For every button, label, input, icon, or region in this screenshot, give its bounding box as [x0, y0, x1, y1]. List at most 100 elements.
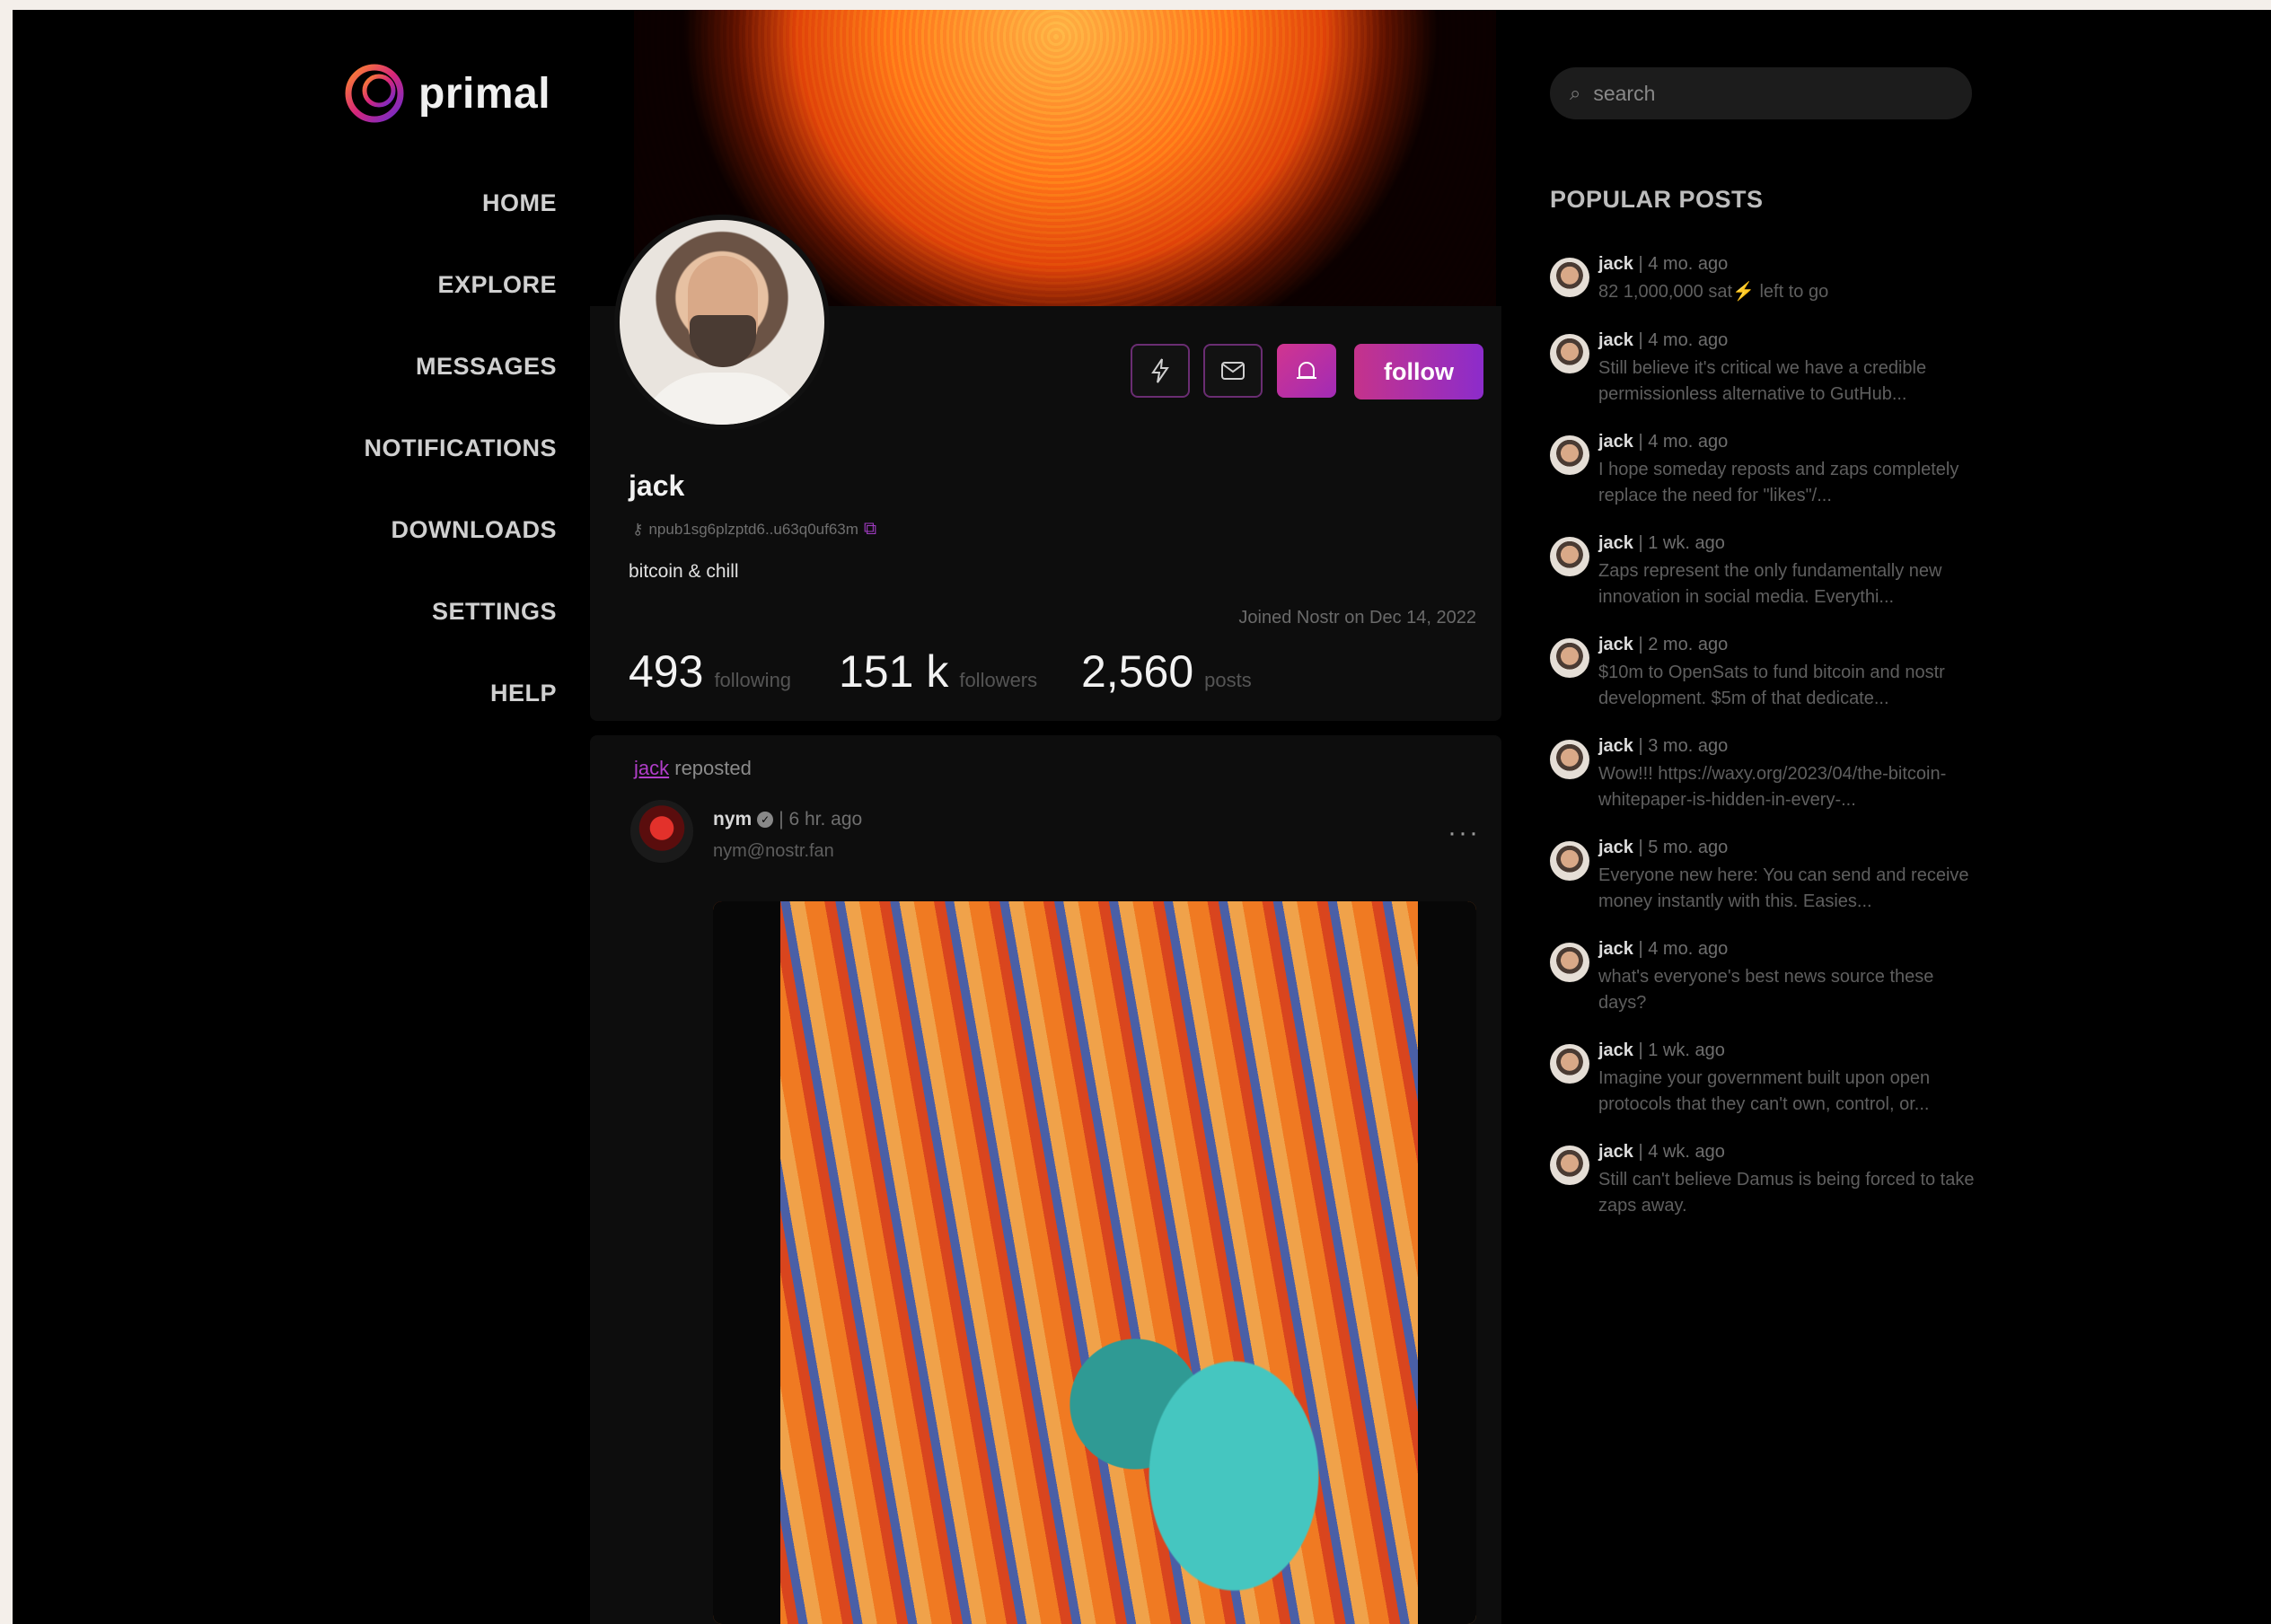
popular-post-time: | 4 wk. ago [1638, 1142, 1725, 1162]
popular-post-time: | 4 mo. ago [1638, 432, 1729, 452]
image-shadow-right [1418, 901, 1476, 1624]
popular-post-time: | 3 mo. ago [1638, 736, 1729, 756]
popular-post-avatar [1550, 537, 1589, 576]
popular-post-meta: jack | 4 mo. ago [1598, 330, 1728, 351]
popular-post-avatar [1550, 943, 1589, 982]
repost-text: reposted [674, 757, 752, 779]
joined-date: Joined Nostr on Dec 14, 2022 [1238, 608, 1476, 628]
followers-count: 151 k [839, 646, 949, 697]
popular-post-user: jack [1598, 432, 1633, 452]
post-menu-button[interactable]: ··· [1448, 818, 1480, 848]
nav-item-help[interactable]: HELP [490, 680, 557, 707]
popular-post-text: what's everyone's best news source these… [1598, 967, 1934, 1013]
repost-indicator: jack reposted [634, 757, 752, 780]
popular-post-user: jack [1598, 736, 1633, 756]
popular-post-meta: jack | 4 mo. ago [1598, 432, 1728, 452]
image-shadow-left [713, 901, 780, 1624]
popular-post-meta: jack | 4 mo. ago [1598, 254, 1728, 275]
popular-post-meta: jack | 1 wk. ago [1598, 533, 1725, 554]
stat-posts[interactable]: 2,560 posts [1081, 645, 1252, 698]
nav-item-home[interactable]: HOME [482, 189, 557, 217]
post-author-avatar[interactable] [630, 800, 693, 863]
popular-post-time: | 1 wk. ago [1638, 1040, 1725, 1060]
popular-post-text: Zaps represent the only fundamentally ne… [1598, 561, 1942, 607]
popular-post-text: I hope someday reposts and zaps complete… [1598, 460, 1959, 505]
posts-label: posts [1204, 669, 1252, 691]
post-image[interactable] [713, 901, 1476, 1624]
popular-post-text: Imagine your government built upon open … [1598, 1068, 1931, 1114]
following-count: 493 [629, 646, 704, 697]
popular-post-meta: jack | 4 wk. ago [1598, 1142, 1725, 1163]
popular-post-user: jack [1598, 838, 1633, 857]
popular-post-meta: jack | 5 mo. ago [1598, 838, 1728, 858]
popular-post-avatar [1550, 638, 1589, 678]
profile-name: jack [629, 470, 685, 502]
mute-button[interactable] [1277, 344, 1336, 398]
post-time: | 6 hr. ago [779, 809, 863, 830]
verified-icon: ✓ [757, 812, 774, 828]
profile-bio: bitcoin & chill [629, 561, 739, 582]
mute-icon [1297, 362, 1316, 379]
popular-post-avatar [1550, 334, 1589, 373]
popular-post-text: 82 1,000,000 sat⚡ left to go [1598, 282, 1829, 302]
popular-post-avatar [1550, 258, 1589, 297]
popular-posts-title: POPULAR POSTS [1550, 186, 1764, 213]
following-label: following [714, 669, 792, 691]
popular-post-user: jack [1598, 254, 1633, 274]
key-icon: ⚷ [632, 520, 644, 538]
popular-post-avatar [1550, 1044, 1589, 1084]
profile-npub: ⚷ npub1sg6plzptd6..u63q0uf63m ⧉ [632, 519, 876, 540]
search-icon: ⌕ [1570, 82, 1581, 104]
zap-button[interactable] [1131, 344, 1190, 398]
follow-button[interactable]: follow [1354, 344, 1483, 399]
posts-count: 2,560 [1081, 646, 1194, 697]
popular-post-avatar [1550, 841, 1589, 881]
nav-item-explore[interactable]: EXPLORE [437, 271, 557, 299]
popular-post-meta: jack | 1 wk. ago [1598, 1040, 1725, 1061]
popular-post-time: | 4 mo. ago [1638, 939, 1729, 959]
post-author-handle: nym@nostr.fan [713, 841, 834, 861]
popular-post-user: jack [1598, 1040, 1633, 1060]
logo[interactable]: primal [345, 64, 550, 123]
popular-post-text: Still believe it's critical we have a cr… [1598, 358, 1927, 404]
followers-label: followers [959, 669, 1038, 691]
popular-post-time: | 4 mo. ago [1638, 330, 1729, 350]
search-box[interactable]: ⌕ [1550, 67, 1972, 119]
popular-post-user: jack [1598, 533, 1633, 553]
popular-post-time: | 2 mo. ago [1638, 635, 1729, 654]
nav-item-messages[interactable]: MESSAGES [416, 353, 557, 381]
popular-post-meta: jack | 3 mo. ago [1598, 736, 1728, 757]
popular-post-text: Everyone new here: You can send and rece… [1598, 865, 1969, 911]
popular-post-user: jack [1598, 1142, 1633, 1162]
popular-post-text: Wow!!! https://waxy.org/2023/04/the-bitc… [1598, 764, 1947, 810]
popular-post-user: jack [1598, 635, 1633, 654]
app-window: primal HOME EXPLORE MESSAGES NOTIFICATIO… [13, 10, 2271, 1624]
post-author: nym ✓ | 6 hr. ago [713, 809, 862, 830]
popular-post-avatar [1550, 435, 1589, 475]
popular-post-meta: jack | 2 mo. ago [1598, 635, 1728, 655]
message-button[interactable] [1203, 344, 1263, 398]
post-author-name[interactable]: nym [713, 809, 752, 830]
avatar-beard [690, 315, 756, 367]
profile-avatar[interactable] [614, 215, 830, 430]
popular-post-avatar [1550, 740, 1589, 779]
popular-post-avatar [1550, 1146, 1589, 1185]
lightning-icon [1151, 358, 1169, 383]
popular-post-time: | 1 wk. ago [1638, 533, 1725, 553]
primal-logo-icon [345, 64, 404, 123]
popular-post-text: Still can't believe Damus is being force… [1598, 1170, 1975, 1216]
npub-text: npub1sg6plzptd6..u63q0uf63m [648, 520, 858, 538]
envelope-icon [1221, 362, 1245, 380]
avatar-shirt [638, 373, 808, 425]
nav-item-downloads[interactable]: DOWNLOADS [392, 516, 557, 544]
stat-followers[interactable]: 151 k followers [839, 645, 1037, 698]
popular-post-user: jack [1598, 330, 1633, 350]
copy-icon[interactable]: ⧉ [864, 519, 876, 540]
stat-following[interactable]: 493 following [629, 645, 791, 698]
search-input[interactable] [1593, 81, 1935, 106]
popular-post-time: | 4 mo. ago [1638, 254, 1729, 274]
popular-post-meta: jack | 4 mo. ago [1598, 939, 1728, 960]
nav-item-settings[interactable]: SETTINGS [432, 598, 557, 626]
nav-item-notifications[interactable]: NOTIFICATIONS [365, 435, 557, 462]
repost-user-link[interactable]: jack [634, 757, 669, 779]
